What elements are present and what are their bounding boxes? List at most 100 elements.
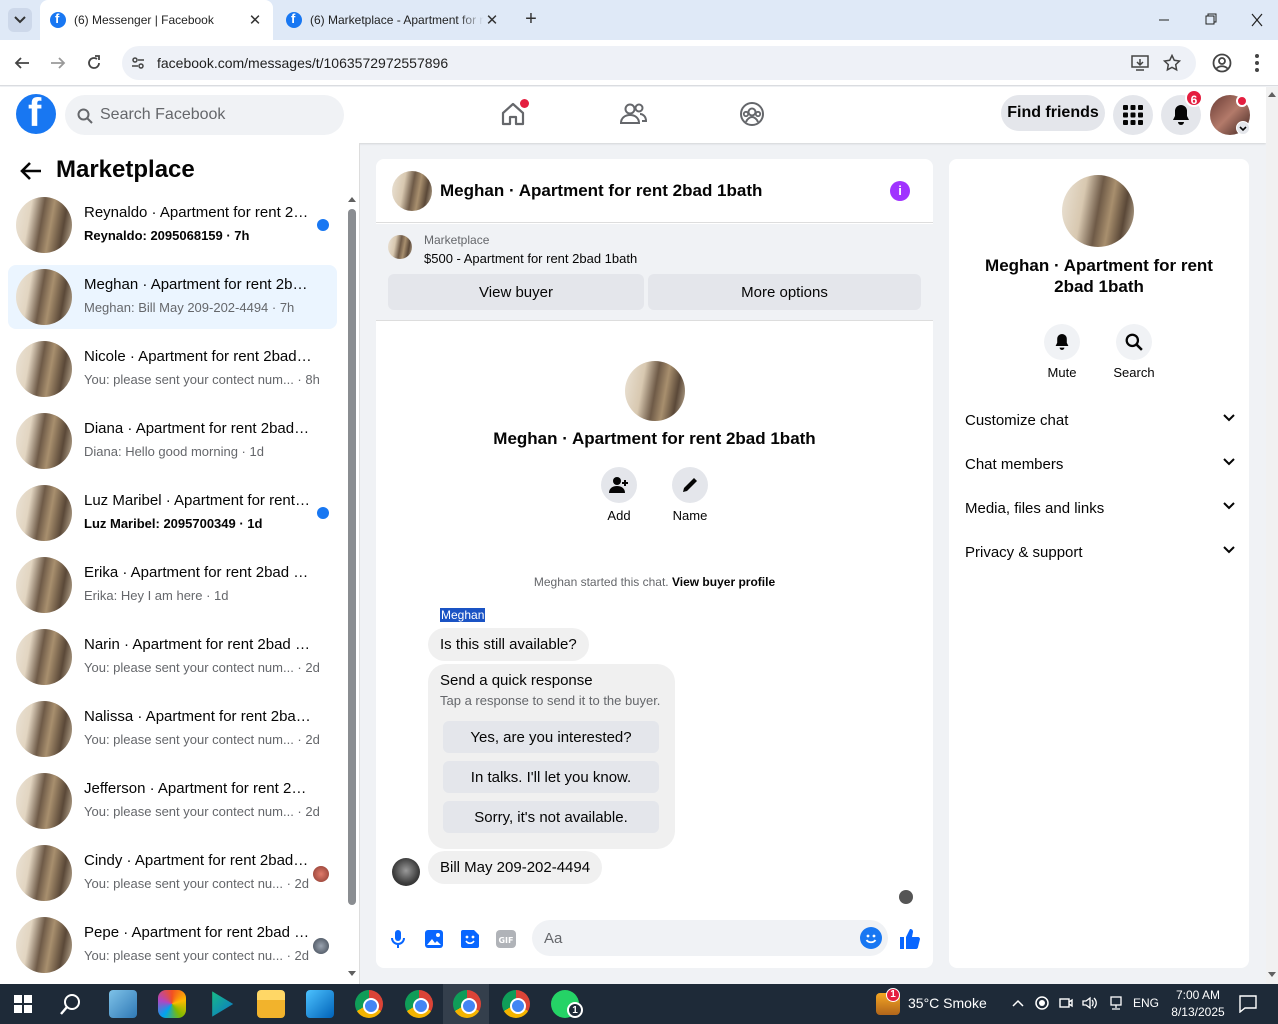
browser-tab-messenger[interactable]: (6) Messenger | Facebook ✕ xyxy=(40,0,273,40)
conversation-item[interactable]: Meghan · Apartment for rent 2bad 1bath M… xyxy=(8,265,337,329)
search-box[interactable]: Search Facebook xyxy=(65,95,344,135)
view-buyer-profile-link[interactable]: View buyer profile xyxy=(672,575,775,589)
gif-button[interactable]: GIF xyxy=(494,927,518,951)
voice-clip-button[interactable] xyxy=(386,927,410,951)
back-button[interactable] xyxy=(11,52,33,74)
window-restore-button[interactable] xyxy=(1199,10,1223,30)
message-bubble[interactable]: Is this still available? xyxy=(428,628,589,661)
browser-menu-icon[interactable] xyxy=(1254,53,1260,73)
sticker-button[interactable] xyxy=(458,927,482,951)
nav-friends[interactable] xyxy=(617,98,649,130)
pencil-icon xyxy=(683,478,697,492)
install-app-icon[interactable] xyxy=(1131,55,1149,71)
record-icon[interactable] xyxy=(1035,996,1049,1010)
info-icon[interactable]: i xyxy=(890,181,910,201)
marketplace-banner: Marketplace $500 - Apartment for rent 2b… xyxy=(376,224,933,321)
window-close-button[interactable] xyxy=(1245,10,1269,30)
emoji-button[interactable] xyxy=(860,927,882,949)
arrow-left-icon[interactable] xyxy=(20,161,42,181)
conversation-item[interactable]: Reynaldo · Apartment for rent 2bad 1bath… xyxy=(8,193,337,257)
menu-button[interactable] xyxy=(1113,95,1153,135)
message-bubble[interactable]: Bill May 209-202-4494 xyxy=(428,851,603,884)
scroll-up-arrow-icon[interactable] xyxy=(1267,90,1277,98)
list-scrollbar-thumb[interactable] xyxy=(348,209,356,905)
conversation-item[interactable]: Erika · Apartment for rent 2bad 1bath Er… xyxy=(8,553,337,617)
omnibox[interactable]: facebook.com/messages/t/1063572972557896 xyxy=(122,46,1196,80)
network-icon[interactable] xyxy=(1108,996,1124,1010)
input-language[interactable]: ENG xyxy=(1133,996,1159,1010)
message-sender-avatar[interactable] xyxy=(392,858,420,886)
account-chevron-icon[interactable] xyxy=(1236,121,1250,135)
scroll-down-arrow-icon[interactable] xyxy=(347,970,357,978)
conversation-item[interactable]: Nicole · Apartment for rent 2bad 1bath Y… xyxy=(8,337,337,401)
start-button[interactable] xyxy=(14,995,34,1015)
quick-response-option[interactable]: In talks. I'll let you know. xyxy=(443,761,659,793)
volume-icon[interactable] xyxy=(1082,996,1098,1010)
clock[interactable]: 7:00 AM 8/13/2025 xyxy=(1163,987,1233,1021)
site-settings-icon[interactable] xyxy=(131,56,145,70)
scroll-down-arrow-icon[interactable] xyxy=(1267,971,1277,979)
reload-button[interactable] xyxy=(83,52,105,74)
bell-icon xyxy=(1055,334,1069,350)
section-privacy-support[interactable]: Privacy & support xyxy=(965,539,1235,567)
add-label: Add xyxy=(607,508,631,523)
conversation-item[interactable]: Luz Maribel · Apartment for rent 2bad 1b… xyxy=(8,481,337,545)
chevron-up-icon[interactable] xyxy=(1012,999,1024,1007)
conversation-item[interactable]: Nalissa · Apartment for rent 2bad 1bath … xyxy=(8,697,337,761)
section-media-files-links[interactable]: Media, files and links xyxy=(965,495,1235,523)
mute-button[interactable] xyxy=(1044,324,1080,360)
chat-title[interactable]: Meghan · Apartment for rent 2bad 1bath xyxy=(440,181,762,201)
conversation-item[interactable]: Narin · Apartment for rent 2bad 1bath Yo… xyxy=(8,625,337,689)
close-tab-icon[interactable]: ✕ xyxy=(484,11,500,29)
section-customize-chat[interactable]: Customize chat xyxy=(965,407,1235,435)
quick-response-option[interactable]: Sorry, it's not available. xyxy=(443,801,659,833)
weather-text[interactable]: 35°C Smoke xyxy=(908,995,987,1011)
attach-photo-button[interactable] xyxy=(422,927,446,951)
buyer-profile-name: Meghan · Apartment for rent 2bad 1bath xyxy=(493,429,816,448)
more-options-button[interactable]: More options xyxy=(648,274,921,310)
page-scrollbar[interactable] xyxy=(1266,87,1278,984)
send-like-button[interactable] xyxy=(898,927,922,951)
view-buyer-button[interactable]: View buyer xyxy=(388,274,644,310)
conversation-item[interactable]: Jefferson · Apartment for rent 2bad 1bat… xyxy=(8,769,337,833)
scroll-up-arrow-icon[interactable] xyxy=(347,195,357,203)
new-tab-button[interactable]: + xyxy=(520,9,542,31)
nav-home[interactable] xyxy=(497,98,529,130)
notification-center-icon[interactable] xyxy=(1239,995,1257,1013)
chrome-app-icon[interactable] xyxy=(453,990,481,1018)
browser-tab-marketplace[interactable]: (6) Marketplace - Apartment for rent ✕ xyxy=(276,0,510,40)
chat-avatar[interactable] xyxy=(392,171,432,211)
meet-icon[interactable] xyxy=(1059,996,1073,1010)
close-tab-icon[interactable]: ✕ xyxy=(247,11,263,29)
section-chat-members[interactable]: Chat members xyxy=(965,451,1235,479)
conversation-item[interactable]: Pepe · Apartment for rent 2bad 1bath You… xyxy=(8,913,337,977)
edit-name-button[interactable] xyxy=(672,467,708,503)
chrome-app-icon[interactable] xyxy=(405,990,433,1018)
buyer-profile-avatar[interactable] xyxy=(625,361,685,421)
notepad-app-icon[interactable] xyxy=(109,990,137,1018)
window-minimize-button[interactable] xyxy=(1152,10,1176,30)
nav-groups[interactable] xyxy=(736,98,768,130)
photos-app-icon[interactable] xyxy=(306,990,334,1018)
tab-search-dropdown[interactable] xyxy=(8,8,32,32)
conversation-item[interactable]: Cindy · Apartment for rent 2bad 1bath Yo… xyxy=(8,841,337,905)
conversation-item[interactable]: Diana · Apartment for rent 2bad 1bath Di… xyxy=(8,409,337,473)
conversation-snippet: You: please sent your contect num... · 8… xyxy=(84,372,320,387)
search-in-chat-button[interactable] xyxy=(1116,324,1152,360)
taskbar-search-button[interactable] xyxy=(60,993,84,1017)
chrome-app-icon[interactable] xyxy=(502,990,530,1018)
find-friends-button[interactable]: Find friends xyxy=(1001,95,1105,131)
message-input[interactable] xyxy=(532,920,888,956)
browser-profile-icon[interactable] xyxy=(1212,53,1232,73)
forward-button[interactable] xyxy=(47,52,69,74)
add-person-icon xyxy=(609,477,628,493)
file-explorer-icon[interactable] xyxy=(257,990,285,1018)
media-app-icon[interactable] xyxy=(212,991,234,1017)
copilot-app-icon[interactable] xyxy=(158,990,186,1018)
chrome-app-icon[interactable] xyxy=(355,990,383,1018)
add-person-button[interactable] xyxy=(601,467,637,503)
bookmark-star-icon[interactable] xyxy=(1163,54,1181,72)
facebook-logo-icon[interactable]: f xyxy=(16,91,56,135)
quick-response-option[interactable]: Yes, are you interested? xyxy=(443,721,659,753)
details-avatar[interactable] xyxy=(1062,175,1134,247)
